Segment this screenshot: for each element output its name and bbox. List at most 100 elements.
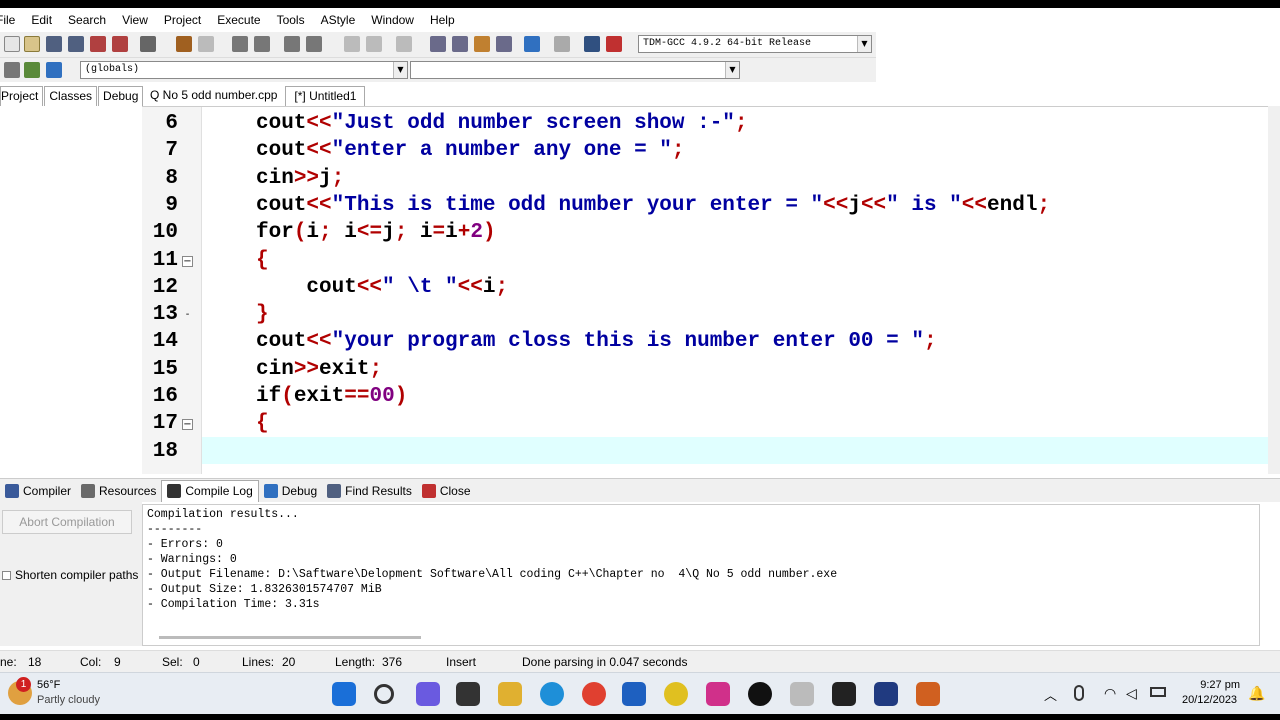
menu-item-tools[interactable]: Tools [269,8,313,32]
globals-select[interactable]: (globals) ▼ [80,61,408,79]
menu-item-edit[interactable]: Edit [23,8,60,32]
file-explorer-icon[interactable] [498,682,522,706]
close-all-icon[interactable] [112,36,128,52]
bookmark-prev-icon[interactable] [344,36,360,52]
editor-scrollbar[interactable] [1268,106,1280,474]
volume-icon[interactable]: ◁ [1126,685,1137,702]
code-token: cout [256,193,307,217]
fold-toggle-icon[interactable]: − [182,255,193,267]
calendar-app-icon[interactable] [790,682,814,706]
code-token: "enter a number any one = " [331,139,672,163]
code-line: cout<<"Just odd number screen show :-"; [256,110,748,137]
capcut-icon[interactable] [832,682,856,706]
shorten-paths-checkbox[interactable]: Shorten compiler paths [2,568,138,582]
file-tab[interactable]: [*] Untitled1 [285,86,366,106]
menu-item-file[interactable]: File [0,8,23,32]
store-icon[interactable] [622,682,646,706]
chrome-icon[interactable] [582,682,606,706]
stop-icon[interactable] [554,36,570,52]
windows-start-icon[interactable] [332,682,356,706]
run-icon[interactable] [452,36,468,52]
save-icon[interactable] [46,36,62,52]
wifi-icon[interactable]: ◠ [1104,685,1116,702]
code-line: { [256,247,269,274]
open-file-icon[interactable] [24,36,40,52]
rebuild-icon[interactable] [496,36,512,52]
log-line: - Compilation Time: 3.31s [147,598,320,611]
tiktok-icon[interactable] [748,682,772,706]
devcpp-icon[interactable] [874,682,898,706]
indent-icon[interactable] [284,36,300,52]
code-token: cout [256,275,357,299]
menu-item-view[interactable]: View [114,8,156,32]
bottom-tab-debug[interactable]: Debug [259,480,322,502]
save-all-icon[interactable] [68,36,84,52]
compile-run-icon[interactable] [474,36,490,52]
fold-toggle-icon[interactable]: − [182,419,193,431]
code-token: << [306,330,332,354]
insert-icon[interactable] [24,62,40,78]
col-value: 9 [114,655,121,669]
code-token: i [407,221,433,245]
compiler-select[interactable]: TDM-GCC 4.9.2 64-bit Release ▼ [638,35,872,53]
toggle-icon[interactable] [46,62,62,78]
menu-item-window[interactable]: Window [363,8,422,32]
bell-icon[interactable]: 🔔 [1248,685,1265,702]
menu-item-execute[interactable]: Execute [209,8,268,32]
debug-icon[interactable] [606,36,622,52]
app-icon[interactable] [664,682,688,706]
chart-icon[interactable] [584,36,600,52]
menu-item-astyle[interactable]: AStyle [313,8,364,32]
find-icon[interactable] [232,36,248,52]
log-line: -------- [147,523,203,536]
insert-mode: Insert [446,655,477,669]
code-editor[interactable]: 6 7 8 9 10 11−12 13-14 15 16 17−18 cout<<"Just od… [142,106,1268,474]
chevron-up-icon[interactable]: ︿ [1044,685,1057,704]
menu-item-search[interactable]: Search [60,8,114,32]
bottom-tab-compiler[interactable]: Compiler [0,480,76,502]
task-view-icon[interactable] [456,682,480,706]
clock-date[interactable]: 20/12/2023 [1182,694,1237,706]
battery-icon[interactable] [1150,687,1166,697]
fold-toggle-icon[interactable]: - [182,310,193,321]
goto-line-icon[interactable] [396,36,412,52]
bookmark-next-icon[interactable] [366,36,382,52]
instagram-icon[interactable] [706,682,730,706]
file-tab[interactable]: Q No 5 odd number.cpp [142,86,285,106]
temperature: 56°F [37,679,61,691]
unindent-icon[interactable] [306,36,322,52]
left-tab-classes[interactable]: Classes [44,86,98,106]
goto-icon[interactable] [4,62,20,78]
clock-time[interactable]: 9:27 pm [1184,679,1240,691]
code-token: " \t " [382,275,458,299]
close-file-icon[interactable] [90,36,106,52]
code-token: for [256,221,294,245]
undo-icon[interactable] [176,36,192,52]
bottom-tab-resources[interactable]: Resources [76,480,161,502]
log-hscrollbar[interactable] [159,636,421,639]
snipping-icon[interactable] [916,682,940,706]
abort-compilation-button[interactable]: Abort Compilation [2,510,132,534]
symbol-select[interactable]: ▼ [410,61,740,79]
bottom-tab-find-results[interactable]: Find Results [322,480,417,502]
bottom-tab-close[interactable]: Close [417,480,476,502]
redo-icon[interactable] [198,36,214,52]
copilot-icon[interactable] [416,682,440,706]
bottom-tab-compile-log[interactable]: Compile Log [161,479,259,502]
print-icon[interactable] [140,36,156,52]
menu-item-help[interactable]: Help [422,8,463,32]
syntax-check-icon[interactable] [524,36,540,52]
left-tab-project[interactable]: Project [0,86,44,106]
new-file-icon[interactable] [4,36,20,52]
search-icon[interactable] [374,684,394,704]
left-tab-debug[interactable]: Debug [98,86,144,106]
line-number: 15 [152,357,178,381]
replace-icon[interactable] [254,36,270,52]
code-token: exit [319,357,370,381]
edge-icon[interactable] [540,682,564,706]
compile-icon[interactable] [430,36,446,52]
code-token: j [382,221,395,245]
microphone-icon[interactable] [1074,685,1084,701]
close-icon [421,483,436,498]
menu-item-project[interactable]: Project [156,8,209,32]
